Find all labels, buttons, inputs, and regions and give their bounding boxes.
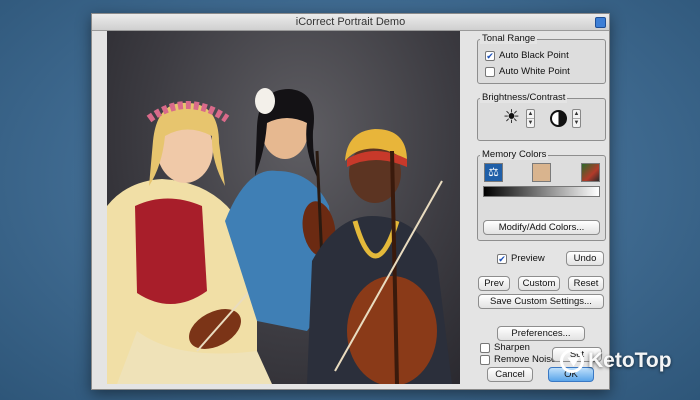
sky-color-swatch[interactable]: ⚖ bbox=[484, 163, 503, 182]
sharpen-label: Sharpen bbox=[494, 342, 530, 353]
checkmark-icon: ✔ bbox=[497, 253, 507, 264]
brightness-contrast-title: Brightness/Contrast bbox=[480, 92, 568, 103]
undo-button[interactable]: Undo bbox=[566, 251, 604, 266]
photo-preview bbox=[107, 31, 460, 384]
down-arrow-icon[interactable]: ▼ bbox=[573, 119, 580, 128]
zoom-icon[interactable] bbox=[595, 17, 606, 28]
tone-gradient-bar bbox=[483, 186, 600, 197]
auto-white-point-checkbox[interactable]: Auto White Point bbox=[485, 66, 570, 77]
up-arrow-icon[interactable]: ▲ bbox=[573, 110, 580, 119]
up-arrow-icon[interactable]: ▲ bbox=[527, 110, 534, 119]
brightness-sun-icon: ☀ bbox=[503, 107, 521, 128]
save-custom-settings-button[interactable]: Save Custom Settings... bbox=[478, 294, 604, 309]
tonal-range-group: Tonal Range ✔ Auto Black Point Auto Whit… bbox=[477, 33, 606, 84]
contrast-icon bbox=[550, 110, 567, 127]
down-arrow-icon[interactable]: ▼ bbox=[527, 119, 534, 128]
modify-add-colors-button[interactable]: Modify/Add Colors... bbox=[483, 220, 600, 235]
window-titlebar[interactable]: iCorrect Portrait Demo bbox=[92, 14, 609, 31]
download-logo-icon bbox=[560, 349, 584, 373]
checkbox-empty-icon bbox=[485, 66, 495, 77]
auto-white-point-label: Auto White Point bbox=[499, 66, 570, 77]
skin-color-swatch[interactable] bbox=[532, 163, 551, 182]
contrast-stepper[interactable]: ▲ ▼ bbox=[572, 109, 581, 128]
checkbox-empty-icon bbox=[480, 354, 490, 365]
sharpen-checkbox[interactable]: Sharpen bbox=[480, 342, 530, 353]
preview-label: Preview bbox=[511, 253, 545, 264]
cancel-button[interactable]: Cancel bbox=[487, 367, 533, 382]
auto-black-point-checkbox[interactable]: ✔ Auto Black Point bbox=[485, 50, 569, 61]
memory-colors-title: Memory Colors bbox=[480, 149, 549, 160]
window-title: iCorrect Portrait Demo bbox=[295, 16, 406, 28]
portrait-photo-image bbox=[107, 88, 452, 384]
foliage-color-swatch[interactable] bbox=[581, 163, 600, 182]
icorrect-dialog-window: iCorrect Portrait Demo Tonal Range ✔ Aut… bbox=[91, 13, 610, 390]
scale-icon: ⚖ bbox=[488, 165, 499, 179]
remove-noise-checkbox[interactable]: Remove Noise bbox=[480, 354, 556, 365]
brightness-contrast-group: Brightness/Contrast ☀ ▲ ▼ ▲ ▼ bbox=[477, 92, 606, 141]
preview-checkbox[interactable]: ✔ Preview bbox=[497, 253, 545, 264]
tonal-range-title: Tonal Range bbox=[480, 33, 538, 44]
preferences-button[interactable]: Preferences... bbox=[497, 326, 585, 341]
remove-noise-label: Remove Noise bbox=[494, 354, 557, 365]
prev-button[interactable]: Prev bbox=[478, 276, 510, 291]
custom-button[interactable]: Custom bbox=[518, 276, 560, 291]
checkmark-icon: ✔ bbox=[485, 50, 495, 61]
watermark-text: KetoTop bbox=[588, 349, 672, 372]
watermark-logo: KetoTop bbox=[560, 345, 672, 377]
auto-black-point-label: Auto Black Point bbox=[499, 50, 569, 61]
brightness-stepper[interactable]: ▲ ▼ bbox=[526, 109, 535, 128]
memory-colors-group: Memory Colors ⚖ Modify/Add Colors... bbox=[477, 149, 606, 241]
reset-button[interactable]: Reset bbox=[568, 276, 604, 291]
checkbox-empty-icon bbox=[480, 342, 490, 353]
